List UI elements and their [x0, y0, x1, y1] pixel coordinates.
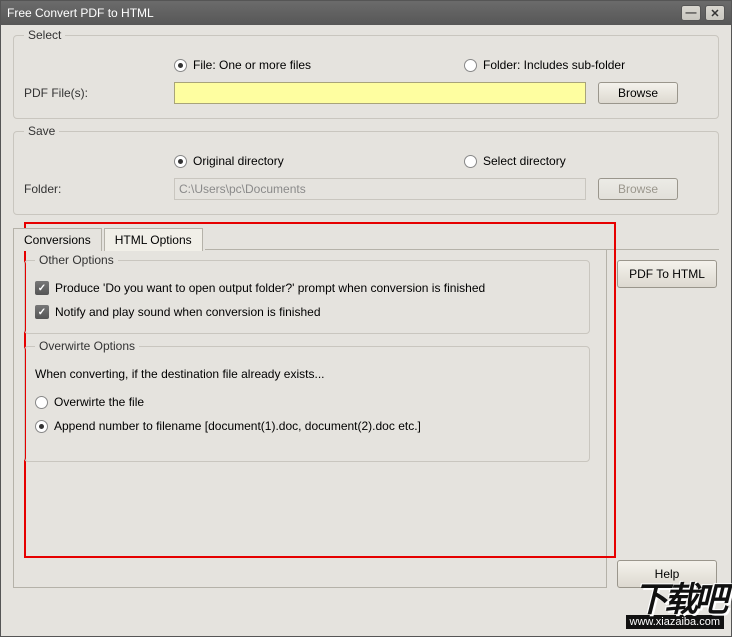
original-dir-label: Original directory	[193, 154, 284, 168]
folder-radio-label: Folder: Includes sub-folder	[483, 58, 625, 72]
save-legend: Save	[24, 124, 59, 138]
select-group: Select File: One or more files Folder: I…	[13, 35, 719, 119]
overwrite-when-text: When converting, if the destination file…	[35, 367, 324, 381]
produce-prompt-checkbox[interactable]	[35, 281, 49, 295]
titlebar: Free Convert PDF to HTML — ✕	[1, 1, 731, 25]
overwrite-file-label: Overwirte the file	[54, 395, 144, 409]
file-radio[interactable]	[174, 59, 187, 72]
tab-html-options[interactable]: HTML Options	[104, 228, 203, 251]
pdf-to-html-button[interactable]: PDF To HTML	[617, 260, 717, 288]
watermark-url: www.xiazaiba.com	[626, 615, 724, 629]
notify-sound-label: Notify and play sound when conversion is…	[55, 305, 321, 319]
folder-label: Folder:	[24, 182, 174, 196]
folder-radio[interactable]	[464, 59, 477, 72]
tab-strip: Conversions HTML Options	[13, 227, 719, 250]
minimize-button[interactable]: —	[681, 5, 701, 21]
select-dir-radio[interactable]	[464, 155, 477, 168]
select-dir-label: Select directory	[483, 154, 566, 168]
original-dir-radio[interactable]	[174, 155, 187, 168]
notify-sound-checkbox[interactable]	[35, 305, 49, 319]
pdf-files-label: PDF File(s):	[24, 86, 174, 100]
help-button[interactable]: Help	[617, 560, 717, 588]
overwrite-options-group: Overwirte Options When converting, if th…	[24, 346, 590, 462]
pdf-files-input[interactable]	[174, 82, 586, 104]
overwrite-options-legend: Overwirte Options	[35, 339, 139, 353]
file-radio-label: File: One or more files	[193, 58, 311, 72]
append-number-radio[interactable]	[35, 420, 48, 433]
browse-folder-button: Browse	[598, 178, 678, 200]
window-title: Free Convert PDF to HTML	[7, 6, 677, 20]
tab-panel-conversions: Other Options Produce 'Do you want to op…	[13, 250, 607, 588]
select-legend: Select	[24, 28, 65, 42]
tab-conversions[interactable]: Conversions	[13, 228, 102, 251]
browse-pdf-button[interactable]: Browse	[598, 82, 678, 104]
other-options-legend: Other Options	[35, 253, 118, 267]
folder-input: C:\Users\pc\Documents	[174, 178, 586, 200]
overwrite-file-radio[interactable]	[35, 396, 48, 409]
append-number-label: Append number to filename [document(1).d…	[54, 419, 421, 433]
save-group: Save Original directory Select directory…	[13, 131, 719, 215]
close-button[interactable]: ✕	[705, 5, 725, 21]
produce-prompt-label: Produce 'Do you want to open output fold…	[55, 281, 485, 295]
other-options-group: Other Options Produce 'Do you want to op…	[24, 260, 590, 334]
